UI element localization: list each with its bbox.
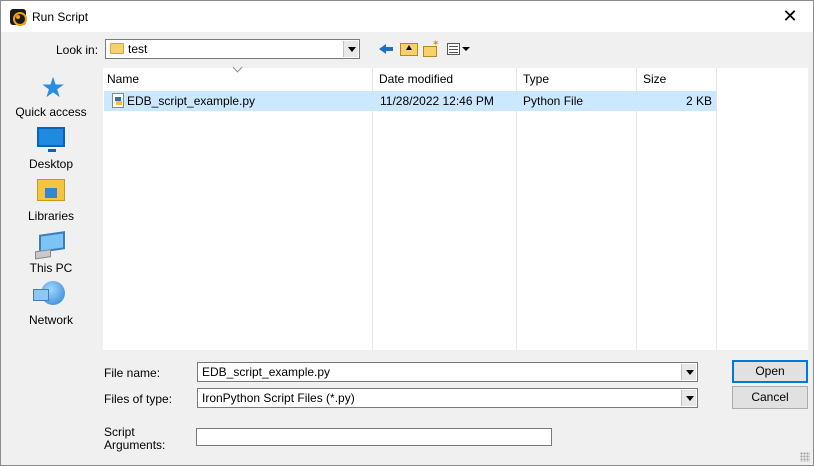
resize-grip[interactable]	[800, 452, 810, 462]
python-file-icon	[112, 93, 124, 108]
file-name-value[interactable]: EDB_script_example.py	[202, 365, 330, 379]
view-menu-icon[interactable]	[447, 43, 460, 55]
place-label: Network	[28, 313, 73, 327]
chevron-down-icon[interactable]	[681, 364, 696, 380]
place-label: Libraries	[27, 209, 75, 223]
script-arguments-label-line2: Arguments:	[104, 438, 166, 452]
size-cell: 2 KB	[686, 94, 713, 108]
file-type-label: Files of type:	[104, 392, 173, 406]
new-folder-icon[interactable]	[423, 38, 440, 57]
place-label: This PC	[29, 261, 73, 275]
look-in-value: test	[128, 42, 148, 56]
table-row[interactable]: EDB_script_example.py 11/28/2022 12:46 P…	[104, 91, 716, 111]
column-header-name[interactable]: Name	[103, 68, 373, 92]
desktop-icon	[37, 127, 65, 152]
back-arrow-icon[interactable]	[377, 41, 395, 57]
file-name-label: File name:	[104, 366, 161, 380]
script-arguments-input[interactable]	[196, 428, 552, 446]
up-folder-icon[interactable]	[400, 43, 418, 56]
network-icon	[33, 281, 65, 305]
places-bar: ★ Quick access Desktop Libraries This PC…	[11, 69, 91, 349]
cancel-button[interactable]: Cancel	[732, 386, 808, 409]
file-list[interactable]: Name Date modified Type Size EDB_script_…	[103, 62, 808, 350]
libraries-icon	[37, 179, 65, 201]
look-in-label: Look in:	[56, 43, 99, 57]
date-modified-cell: 11/28/2022 12:46 PM	[380, 94, 494, 108]
view-menu-chevron-icon[interactable]	[462, 47, 470, 51]
column-divider[interactable]	[716, 68, 717, 350]
file-type-value: IronPython Script Files (*.py)	[202, 391, 355, 405]
folder-icon	[110, 43, 124, 54]
script-arguments-label-line1: Script	[104, 425, 135, 439]
column-header-type[interactable]: Type	[519, 68, 637, 92]
app-icon	[10, 9, 27, 26]
chevron-down-icon[interactable]	[681, 390, 696, 406]
file-name-cell: EDB_script_example.py	[127, 94, 256, 108]
close-icon[interactable]: ✕	[767, 1, 813, 32]
star-icon: ★	[40, 72, 66, 103]
run-script-dialog: Run Script ✕ Look in: test ★ Quick acces…	[0, 0, 814, 466]
column-header-size[interactable]: Size	[639, 68, 715, 92]
file-name-combobox[interactable]: EDB_script_example.py	[197, 362, 698, 382]
title-bar: Run Script ✕	[1, 1, 813, 32]
open-button[interactable]: Open	[732, 360, 808, 383]
place-label: Quick access	[15, 105, 87, 119]
place-label: Desktop	[28, 157, 74, 171]
look-in-dropdown[interactable]: test	[105, 39, 360, 59]
computer-icon	[39, 231, 65, 253]
type-cell: Python File	[523, 94, 584, 108]
column-header-date[interactable]: Date modified	[375, 68, 517, 92]
window-title: Run Script	[32, 10, 89, 24]
file-type-dropdown[interactable]: IronPython Script Files (*.py)	[197, 388, 698, 408]
chevron-down-icon[interactable]	[343, 41, 358, 57]
